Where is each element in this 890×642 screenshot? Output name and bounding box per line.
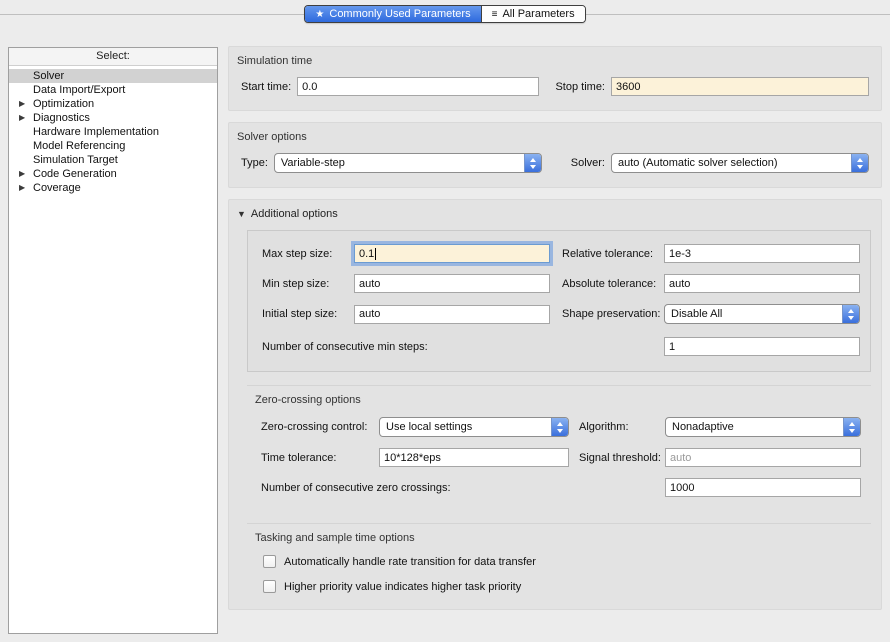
sidebar-item-label: Hardware Implementation xyxy=(33,126,159,138)
expand-arrow-icon[interactable]: ▶ xyxy=(19,181,25,195)
tab-label: All Parameters xyxy=(502,8,574,20)
higher-priority-checkbox[interactable] xyxy=(263,580,276,593)
time-tolerance-label: Time tolerance: xyxy=(261,452,379,464)
dropdown-arrows-icon xyxy=(551,418,568,436)
max-step-size-label: Max step size: xyxy=(262,248,354,260)
min-step-size-input[interactable] xyxy=(354,274,550,293)
additional-options-disclosure[interactable]: ▼ Additional options xyxy=(229,200,881,228)
dropdown-arrows-icon xyxy=(842,305,859,323)
sidebar-item-coverage[interactable]: ▶ Coverage xyxy=(9,181,217,195)
auto-rate-transition-label: Automatically handle rate transition for… xyxy=(284,556,536,568)
sidebar-item-label: Coverage xyxy=(33,182,81,194)
consecutive-min-steps-label: Number of consecutive min steps: xyxy=(262,341,428,353)
solver-dropdown[interactable]: auto (Automatic solver selection) xyxy=(611,153,869,173)
sidebar-item-hardware-implementation[interactable]: Hardware Implementation xyxy=(9,125,217,139)
shape-preservation-dropdown[interactable]: Disable All xyxy=(664,304,860,324)
initial-step-size-input[interactable] xyxy=(354,305,550,324)
sidebar-item-label: Data Import/Export xyxy=(33,84,125,96)
parameter-tab-bar: ★ Commonly Used Parameters ≡ All Paramet… xyxy=(0,5,890,23)
sidebar-item-label: Model Referencing xyxy=(33,140,125,152)
initial-step-size-label: Initial step size: xyxy=(262,308,354,320)
absolute-tolerance-label: Absolute tolerance: xyxy=(562,278,664,290)
shape-preservation-value: Disable All xyxy=(665,308,842,320)
list-icon: ≡ xyxy=(492,9,498,20)
sidebar-item-label: Optimization xyxy=(33,98,94,110)
stop-time-input[interactable] xyxy=(611,77,869,96)
zero-crossing-title: Zero-crossing options xyxy=(255,394,861,406)
solver-options-title: Solver options xyxy=(229,123,881,153)
consecutive-zero-crossings-label: Number of consecutive zero crossings: xyxy=(261,482,451,494)
start-time-label: Start time: xyxy=(241,81,291,93)
zero-crossing-control-dropdown[interactable]: Use local settings xyxy=(379,417,569,437)
tab-segmented-control: ★ Commonly Used Parameters ≡ All Paramet… xyxy=(304,5,585,23)
expand-arrow-icon[interactable]: ▶ xyxy=(19,111,25,125)
sidebar-item-diagnostics[interactable]: ▶ Diagnostics xyxy=(9,111,217,125)
expand-arrow-icon[interactable]: ▶ xyxy=(19,97,25,111)
solver-type-value: Variable-step xyxy=(275,157,524,169)
solver-pane: Simulation time Start time: Stop time: S… xyxy=(228,46,882,621)
algorithm-value: Nonadaptive xyxy=(666,421,843,433)
dropdown-arrows-icon xyxy=(843,418,860,436)
relative-tolerance-input[interactable] xyxy=(664,244,860,263)
relative-tolerance-label: Relative tolerance: xyxy=(562,248,664,260)
sidebar-item-model-referencing[interactable]: Model Referencing xyxy=(9,139,217,153)
sidebar-item-label: Diagnostics xyxy=(33,112,90,124)
algorithm-dropdown[interactable]: Nonadaptive xyxy=(665,417,861,437)
absolute-tolerance-input[interactable] xyxy=(664,274,860,293)
max-step-size-input[interactable]: 0.1 xyxy=(354,244,550,263)
dropdown-arrows-icon xyxy=(524,154,541,172)
stop-time-label: Stop time: xyxy=(555,81,605,93)
sidebar-item-solver[interactable]: Solver xyxy=(9,69,217,83)
dropdown-arrows-icon xyxy=(851,154,868,172)
tab-label: Commonly Used Parameters xyxy=(329,8,470,20)
simulation-time-section: Simulation time Start time: Stop time: xyxy=(228,46,882,111)
step-size-panel: Max step size: 0.1 Relative tolerance: M… xyxy=(247,230,871,372)
higher-priority-label: Higher priority value indicates higher t… xyxy=(284,581,521,593)
solver-label: Solver: xyxy=(571,157,605,169)
star-icon: ★ xyxy=(315,9,324,20)
consecutive-zero-crossings-input[interactable] xyxy=(665,478,861,497)
select-tree: Solver Data Import/Export ▶ Optimization… xyxy=(9,66,217,195)
sidebar-item-data-import-export[interactable]: Data Import/Export xyxy=(9,83,217,97)
zero-crossing-control-label: Zero-crossing control: xyxy=(261,421,379,433)
select-tree-header: Select: xyxy=(9,48,217,66)
text-caret xyxy=(375,248,376,260)
zero-crossing-section: Zero-crossing options Zero-crossing cont… xyxy=(247,385,871,510)
sidebar-item-simulation-target[interactable]: Simulation Target xyxy=(9,153,217,167)
additional-options-title: Additional options xyxy=(251,208,338,220)
algorithm-label: Algorithm: xyxy=(579,421,665,433)
tasking-title: Tasking and sample time options xyxy=(255,532,861,544)
sidebar-item-label: Simulation Target xyxy=(33,154,118,166)
disclosure-triangle-icon[interactable]: ▼ xyxy=(237,209,246,219)
sidebar-item-code-generation[interactable]: ▶ Code Generation xyxy=(9,167,217,181)
sidebar-item-label: Solver xyxy=(33,70,64,82)
tab-all-parameters[interactable]: ≡ All Parameters xyxy=(481,6,585,22)
start-time-input[interactable] xyxy=(297,77,539,96)
sidebar-item-optimization[interactable]: ▶ Optimization xyxy=(9,97,217,111)
consecutive-min-steps-input[interactable] xyxy=(664,337,860,356)
simulation-time-title: Simulation time xyxy=(229,47,881,77)
signal-threshold-input[interactable] xyxy=(665,448,861,467)
solver-options-section: Solver options Type: Variable-step Solve… xyxy=(228,122,882,188)
signal-threshold-label: Signal threshold: xyxy=(579,452,665,464)
sidebar-item-label: Code Generation xyxy=(33,168,117,180)
tab-commonly-used-parameters[interactable]: ★ Commonly Used Parameters xyxy=(305,6,480,22)
min-step-size-label: Min step size: xyxy=(262,278,354,290)
max-step-size-value: 0.1 xyxy=(359,248,374,260)
tasking-section: Tasking and sample time options Automati… xyxy=(247,523,871,607)
solver-value: auto (Automatic solver selection) xyxy=(612,157,851,169)
shape-preservation-label: Shape preservation: xyxy=(562,308,664,320)
zero-crossing-control-value: Use local settings xyxy=(380,421,551,433)
solver-type-label: Type: xyxy=(241,157,268,169)
additional-options-section: ▼ Additional options Max step size: 0.1 … xyxy=(228,199,882,610)
time-tolerance-input[interactable] xyxy=(379,448,569,467)
expand-arrow-icon[interactable]: ▶ xyxy=(19,167,25,181)
auto-rate-transition-checkbox[interactable] xyxy=(263,555,276,568)
solver-type-dropdown[interactable]: Variable-step xyxy=(274,153,542,173)
select-tree-panel: Select: Solver Data Import/Export ▶ Opti… xyxy=(8,47,218,634)
